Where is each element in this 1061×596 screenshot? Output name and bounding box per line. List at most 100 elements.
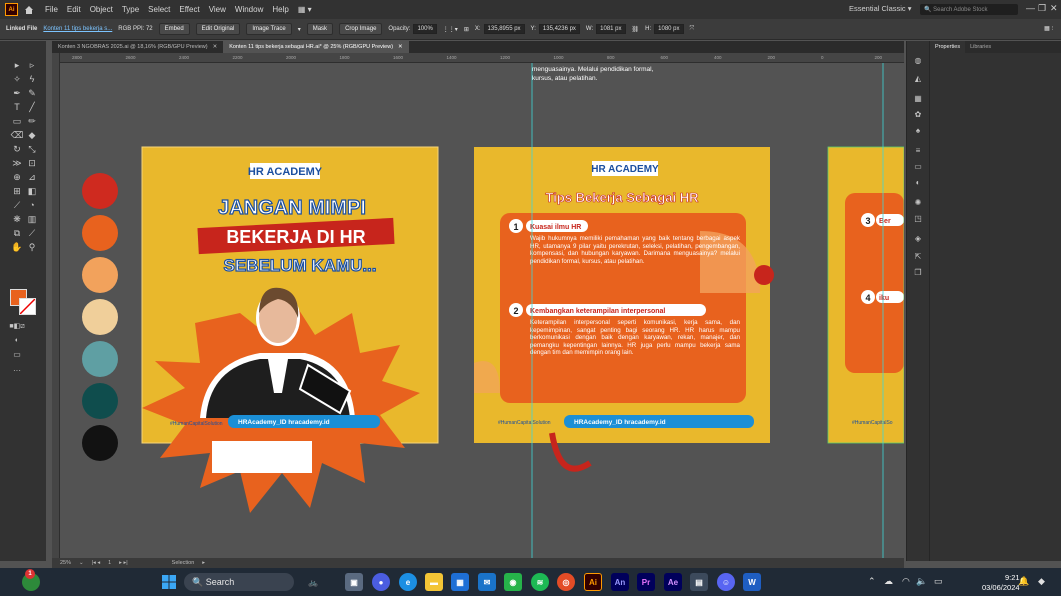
graphic-styles-icon[interactable]: ▦ (912, 93, 924, 103)
minimize-icon[interactable]: — (1026, 3, 1035, 13)
task-view-icon[interactable]: ▣ (345, 573, 363, 591)
appearance-icon[interactable]: ◍ (912, 55, 924, 65)
transparency-icon[interactable]: ◐ (912, 177, 924, 187)
fill-stroke-swatch[interactable] (10, 289, 36, 315)
curvature-tool-icon[interactable]: ✎ (25, 87, 39, 99)
menu-file[interactable]: File (45, 5, 58, 14)
brushes-icon[interactable]: ♠ (912, 125, 924, 135)
direct-selection-tool-icon[interactable]: ▹ (25, 59, 39, 71)
pencil-tool-icon[interactable]: ✏ (25, 115, 39, 127)
animate-taskbar-icon[interactable]: An (611, 573, 629, 591)
tab-konten-11[interactable]: Konten 11 tips bekerja sebagai HR.ai* @ … (223, 41, 409, 53)
chevron-down-icon[interactable]: ▾ (298, 26, 301, 33)
premiere-taskbar-icon[interactable]: Pr (637, 573, 655, 591)
horizontal-ruler[interactable]: 2800 2600 2400 2200 2000 1800 1600 1400 1200 1000… (60, 53, 904, 63)
color-swatch-circle[interactable] (82, 341, 118, 377)
zoom-level[interactable]: 25% (60, 560, 71, 566)
after-effects-taskbar-icon[interactable]: Ae (664, 573, 682, 591)
color-swatch-circle[interactable] (82, 173, 118, 209)
chrome-icon[interactable]: ◎ (557, 573, 575, 591)
rotate-tool-icon[interactable]: ↻ (10, 143, 24, 155)
color-swatch-circle[interactable] (82, 425, 118, 461)
mask-button[interactable]: Mask (306, 23, 334, 35)
h-input[interactable]: 1080 px (654, 24, 684, 34)
type-tool-icon[interactable]: T (10, 101, 24, 113)
selection-tool-icon[interactable]: ▸ (10, 59, 24, 71)
menu-type[interactable]: Type (122, 5, 139, 14)
menu-effect[interactable]: Effect (179, 5, 199, 14)
next-artboard-icon[interactable]: ▸ ▸| (119, 560, 127, 566)
close-tab-icon[interactable]: ✕ (398, 44, 403, 50)
zoom-tool-icon[interactable]: ⚲ (25, 241, 39, 253)
line-tool-icon[interactable]: ╱ (25, 101, 39, 113)
y-input[interactable]: 135,4236 px (538, 24, 580, 34)
color-swatch-circle[interactable] (82, 383, 118, 419)
terminal-icon[interactable]: ▤ (690, 573, 708, 591)
first-artboard-icon[interactable]: |◂ ◂ (92, 560, 100, 566)
tab-libraries[interactable]: Libraries (965, 41, 996, 53)
artboard-tool-icon[interactable]: ⧉ (10, 227, 24, 239)
color-guide-icon[interactable]: ✺ (912, 197, 924, 207)
artboard-1[interactable]: HR ACADEMY JANGAN MIMPI BEKERJA DI HR SE… (141, 146, 439, 513)
stroke-icon[interactable]: ≡ (912, 145, 924, 155)
align-icon[interactable]: ⋮⋮▾ (443, 26, 458, 33)
store-icon[interactable]: ▦ (451, 573, 469, 591)
pen-tool-icon[interactable]: ✒ (10, 87, 24, 99)
export-icon[interactable]: ⇱ (912, 251, 924, 261)
bicycle-icon[interactable]: 🚲 (300, 573, 326, 591)
close-tab-icon[interactable]: ✕ (213, 44, 218, 50)
battery-icon[interactable]: ▭ (934, 576, 943, 587)
eraser-tool-icon[interactable]: ⌫ (10, 129, 24, 141)
color-swatch-circle[interactable] (82, 215, 118, 251)
x-input[interactable]: 135,8955 px (483, 24, 525, 34)
artboards-icon[interactable]: ❐ (912, 267, 924, 277)
link-icon[interactable]: ⛓ (632, 26, 640, 33)
workspace-switcher[interactable]: Essential Classic ▾ (849, 4, 912, 13)
stroke-swatch[interactable] (19, 298, 36, 315)
screen-mode-icon[interactable]: ▭ (10, 348, 24, 360)
embed-button[interactable]: Embed (158, 23, 190, 35)
transform-icon[interactable]: ⤧ (690, 26, 695, 33)
cloud-icon[interactable]: ☁ (884, 576, 893, 587)
menu-view[interactable]: View (209, 5, 226, 14)
whatsapp-icon[interactable]: ◉ (504, 573, 522, 591)
canvas[interactable]: HR ACADEMY JANGAN MIMPI BEKERJA DI HR SE… (60, 63, 904, 558)
artboard-2[interactable]: menguasainya. Melalui pendidikan formal,… (474, 66, 774, 472)
menu-object[interactable]: Object (90, 5, 113, 14)
image-trace-button[interactable]: Image Trace (246, 23, 292, 35)
libraries-icon[interactable]: ◈ (912, 233, 924, 243)
magic-wand-tool-icon[interactable]: ✧ (10, 73, 24, 85)
width-tool-icon[interactable]: ≫ (10, 157, 24, 169)
wifi-icon[interactable]: ◠ (902, 576, 910, 587)
search-stock-input[interactable]: 🔍 Search Adobe Stock (920, 4, 1018, 15)
draw-mode-icon[interactable]: ◐ (10, 334, 24, 346)
blend-tool-icon[interactable]: ◔ (25, 199, 39, 211)
notification-bell-icon[interactable]: 🔔 (1018, 576, 1029, 587)
tray-chevron-icon[interactable]: ⌃ (868, 576, 876, 587)
edit-original-button[interactable]: Edit Original (195, 23, 241, 35)
mesh-tool-icon[interactable]: ⊞ (10, 185, 24, 197)
lasso-tool-icon[interactable]: ϟ (25, 73, 39, 85)
close-icon[interactable]: ✕ (1050, 3, 1058, 14)
home-icon[interactable] (23, 4, 35, 16)
slice-tool-icon[interactable]: ⟋ (25, 227, 39, 239)
free-transform-tool-icon[interactable]: ⊡ (25, 157, 39, 169)
gradient-tool-icon[interactable]: ◧ (25, 185, 39, 197)
hand-tool-icon[interactable]: ✋ (10, 241, 24, 253)
color-swatch-circle[interactable] (82, 257, 118, 293)
eyedropper-tool-icon[interactable]: ⟋ (10, 199, 24, 211)
layers-icon[interactable]: ◳ (912, 213, 924, 223)
menu-select[interactable]: Select (148, 5, 170, 14)
windows-start-icon[interactable] (160, 573, 178, 591)
color-swatch-circle[interactable] (82, 299, 118, 335)
spotify-icon[interactable]: ≋ (531, 573, 549, 591)
vertical-ruler[interactable] (52, 53, 60, 558)
status-arrow-icon[interactable]: ▸ (202, 560, 205, 566)
file-explorer-icon[interactable]: ▬ (425, 573, 443, 591)
arrange-documents-icon[interactable]: ▦ ▾ (298, 5, 312, 14)
gradient-icon[interactable]: ▭ (912, 161, 924, 171)
system-clock[interactable]: 9:21 03/06/2024 (982, 573, 1020, 593)
word-icon[interactable]: W (743, 573, 761, 591)
zoom-dropdown-icon[interactable]: ⌄ (79, 560, 84, 566)
graph-tool-icon[interactable]: ▥ (25, 213, 39, 225)
